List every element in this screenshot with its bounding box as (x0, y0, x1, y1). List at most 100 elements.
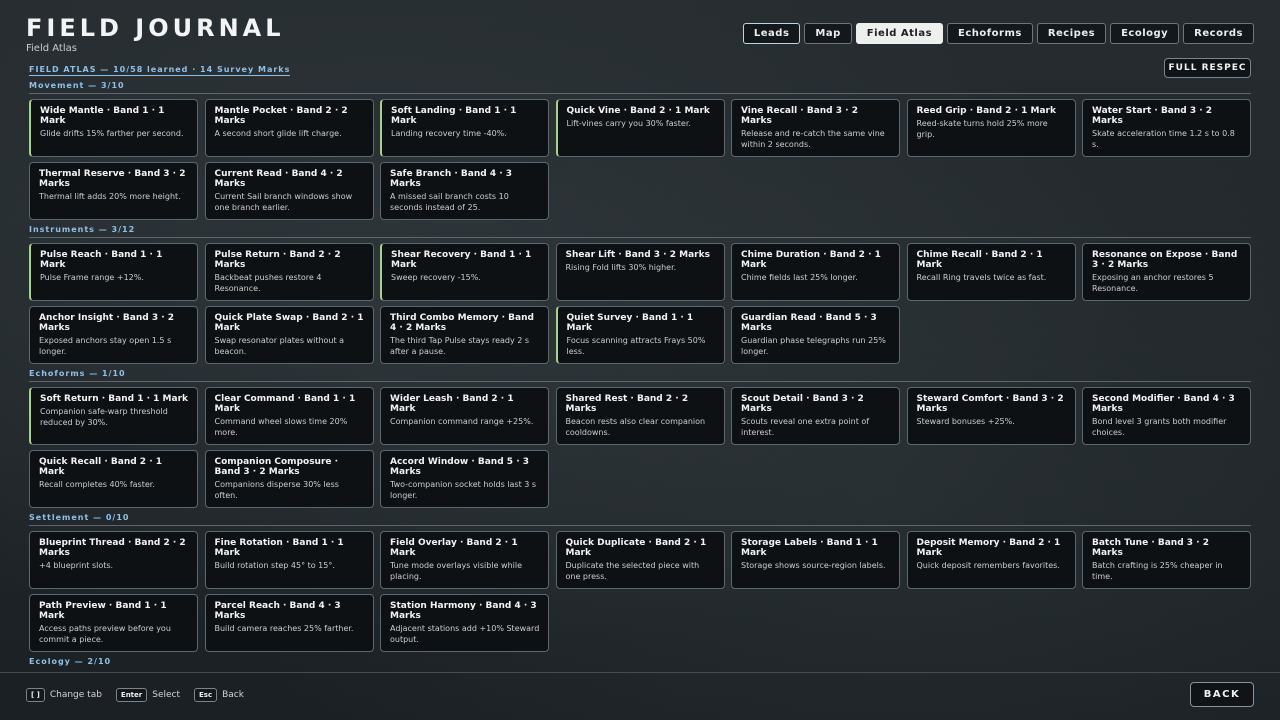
upgrade-card[interactable]: Quick Plate Swap · Band 2 · 1 Mark Swap r… (204, 306, 374, 364)
upgrade-card[interactable]: Third Combo Memory · Band 4 · 2 Marks The… (380, 306, 549, 364)
upgrade-card[interactable]: Station Harmony · Band 4 · 3 Marks Adjace… (380, 594, 549, 652)
full-respec-button[interactable]: FULL RESPEC (1164, 58, 1251, 78)
upgrade-card[interactable]: Second Modifier · Band 4 · 3 Marks Bond l… (1082, 387, 1251, 445)
section-heading: Settlement — 0/10 (29, 513, 1251, 526)
upgrade-card[interactable]: Water Start · Band 3 · 2 Marks Skate acce… (1082, 99, 1251, 157)
back-button[interactable]: BACK (1190, 682, 1254, 707)
upgrade-title: Current Read · Band 4 · 2 Marks (214, 169, 343, 189)
upgrade-card[interactable]: Shear Lift · Band 3 · 2 Marks Rising Fold… (555, 243, 725, 301)
upgrade-card[interactable]: Parcel Reach · Band 4 · 3 Marks Build cam… (204, 594, 374, 652)
upgrade-card[interactable]: Pulse Return · Band 2 · 2 Marks Backbeat … (204, 243, 374, 301)
tab-leads[interactable]: Leads (742, 23, 801, 44)
atlas-section: Movement — 3/10 Wide Mantle · Band 1 · 1 … (29, 81, 1251, 220)
upgrade-card-learned[interactable]: Soft Landing · Band 1 · 1 Mark Landing re… (380, 99, 549, 157)
upgrade-card-learned[interactable]: Wide Mantle · Band 1 · 1 Mark Glide drift… (29, 99, 198, 157)
upgrade-card[interactable]: Chime Recall · Band 2 · 1 Mark Recall Rin… (906, 243, 1076, 301)
section-heading: Echoforms — 1/10 (29, 369, 1251, 382)
hint-label: Select (152, 690, 180, 700)
tab-recipes[interactable]: Recipes (1036, 23, 1107, 44)
tab-echoforms[interactable]: Echoforms (947, 23, 1033, 44)
upgrade-card[interactable]: Batch Tune · Band 3 · 2 Marks Batch craft… (1082, 531, 1251, 589)
upgrade-card[interactable]: Thermal Reserve · Band 3 · 2 Marks Therma… (29, 162, 198, 220)
upgrade-title: Companion Composure · Band 3 · 2 Marks (214, 457, 339, 477)
upgrade-title: Soft Landing · Band 1 · 1 Mark (391, 106, 517, 126)
upgrade-title: Deposit Memory · Band 2 · 1 Mark (916, 538, 1061, 558)
tab-records[interactable]: Records (1183, 23, 1254, 44)
upgrade-title: Water Start · Band 3 · 2 Marks (1092, 106, 1213, 126)
upgrade-title: Mantle Pocket · Band 2 · 2 Marks (214, 106, 348, 126)
upgrade-title: Chime Duration · Band 2 · 1 Mark (741, 250, 881, 270)
upgrade-card[interactable]: Quick Duplicate · Band 2 · 1 Mark Duplica… (555, 531, 725, 589)
tab-map[interactable]: Map (804, 23, 852, 44)
upgrade-card-learned[interactable]: Shear Recovery · Band 1 · 1 Mark Sweep re… (380, 243, 549, 301)
upgrade-card[interactable]: Anchor Insight · Band 3 · 2 Marks Exposed… (29, 306, 198, 364)
upgrade-card[interactable]: Vine Recall · Band 3 · 2 Marks Release an… (731, 99, 900, 157)
upgrade-card-learned[interactable]: Quiet Survey · Band 1 · 1 Mark Focus scan… (555, 306, 725, 364)
upgrade-description: Companions disperse 30% less often. (214, 480, 339, 500)
section-heading: Ecology — 2/10 (29, 657, 1251, 668)
upgrade-card[interactable]: Fine Rotation · Band 1 · 1 Mark Build rot… (204, 531, 374, 589)
key-cap: Enter (115, 688, 148, 702)
upgrade-card-learned[interactable]: Soft Return · Band 1 · 1 Mark Companion s… (29, 387, 198, 445)
upgrade-card[interactable]: Quick Recall · Band 2 · 1 Mark Recall com… (29, 450, 198, 508)
upgrade-description: Current Sail branch windows show one bra… (214, 192, 353, 212)
upgrade-title: Reed Grip · Band 2 · 1 Mark (916, 106, 1056, 116)
upgrade-title: Clear Command · Band 1 · 1 Mark (214, 394, 356, 414)
atlas-content[interactable]: Movement — 3/10 Wide Mantle · Band 1 · 1 … (29, 81, 1251, 668)
upgrade-title: Shear Lift · Band 3 · 2 Marks (565, 250, 710, 260)
upgrade-card[interactable]: Deposit Memory · Band 2 · 1 Mark Quick de… (906, 531, 1076, 589)
footer-hints: [ ] Change tab Enter Select Esc Back (26, 688, 244, 702)
tab-ecology[interactable]: Ecology (1110, 23, 1180, 44)
upgrade-card[interactable]: Path Preview · Band 1 · 1 Mark Access pat… (29, 594, 198, 652)
upgrade-description: Release and re-catch the same vine withi… (741, 129, 885, 149)
upgrade-description: A missed sail branch costs 10 seconds in… (390, 192, 509, 212)
header: FIELD JOURNAL Field Atlas (26, 14, 285, 54)
upgrade-card[interactable]: Blueprint Thread · Band 2 · 2 Marks +4 bl… (29, 531, 198, 589)
upgrade-card-learned[interactable]: Pulse Reach · Band 1 · 1 Mark Pulse Frame… (29, 243, 198, 301)
upgrade-description: Steward bonuses +25%. (916, 417, 1015, 426)
upgrade-card[interactable]: Clear Command · Band 1 · 1 Mark Command w… (204, 387, 374, 445)
upgrade-title: Path Preview · Band 1 · 1 Mark (39, 601, 167, 621)
upgrade-card[interactable]: Shared Rest · Band 2 · 2 Marks Beacon res… (555, 387, 725, 445)
upgrade-card[interactable]: Guardian Read · Band 5 · 3 Marks Guardian… (731, 306, 900, 364)
upgrade-description: The third Tap Pulse stays ready 2 s afte… (390, 336, 530, 356)
upgrade-description: Sweep recovery -15%. (391, 273, 481, 282)
upgrade-description: Exposed anchors stay open 1.5 s longer. (39, 336, 172, 356)
upgrade-card[interactable]: Mantle Pocket · Band 2 · 2 Marks A second… (204, 99, 374, 157)
upgrade-description: Landing recovery time -40%. (391, 129, 507, 138)
upgrade-card[interactable]: Resonance on Expose · Band 3 · 2 Marks Ex… (1082, 243, 1251, 301)
upgrade-description: Build camera reaches 25% farther. (214, 624, 354, 633)
upgrade-title: Station Harmony · Band 4 · 3 Marks (390, 601, 537, 621)
upgrade-description: Batch crafting is 25% cheaper in time. (1092, 561, 1223, 581)
upgrade-card[interactable]: Storage Labels · Band 1 · 1 Mark Storage … (731, 531, 900, 589)
upgrade-card[interactable]: Safe Branch · Band 4 · 3 Marks A missed s… (380, 162, 549, 220)
atlas-section: Ecology — 2/10 (29, 657, 1251, 668)
upgrade-card[interactable]: Companion Composure · Band 3 · 2 Marks Co… (204, 450, 374, 508)
upgrade-card[interactable]: Field Overlay · Band 2 · 1 Mark Tune mode… (380, 531, 549, 589)
upgrade-card[interactable]: Wider Leash · Band 2 · 1 Mark Companion c… (380, 387, 549, 445)
upgrade-card[interactable]: Scout Detail · Band 3 · 2 Marks Scouts re… (731, 387, 900, 445)
upgrade-card[interactable]: Current Read · Band 4 · 2 Marks Current S… (204, 162, 374, 220)
upgrade-description: Reed-skate turns hold 25% more grip. (916, 119, 1048, 139)
upgrade-description: Build rotation step 45° to 15°. (214, 561, 335, 570)
upgrade-title: Parcel Reach · Band 4 · 3 Marks (214, 601, 341, 621)
tab-field-atlas[interactable]: Field Atlas (855, 23, 944, 44)
upgrade-description: Exposing an anchor restores 5 Resonance. (1092, 273, 1214, 293)
upgrade-title: Quick Plate Swap · Band 2 · 1 Mark (214, 313, 364, 333)
upgrade-title: Quick Vine · Band 2 · 1 Mark (566, 106, 710, 116)
upgrade-card[interactable]: Accord Window · Band 5 · 3 Marks Two-comp… (380, 450, 549, 508)
upgrade-description: Storage shows source-region labels. (741, 561, 886, 570)
upgrade-card[interactable]: Chime Duration · Band 2 · 1 Mark Chime fi… (731, 243, 900, 301)
upgrade-title: Wider Leash · Band 2 · 1 Mark (390, 394, 514, 414)
upgrade-title: Second Modifier · Band 4 · 3 Marks (1092, 394, 1235, 414)
upgrade-description: Duplicate the selected piece with one pr… (565, 561, 700, 581)
upgrade-title: Soft Return · Band 1 · 1 Mark (40, 394, 189, 404)
page-subtitle: Field Atlas (26, 43, 77, 54)
upgrade-description: Focus scanning attracts Frays 50% less. (566, 336, 706, 356)
upgrade-card[interactable]: Reed Grip · Band 2 · 1 Mark Reed-skate tu… (906, 99, 1076, 157)
upgrade-description: Recall completes 40% faster. (39, 480, 155, 489)
upgrade-card[interactable]: Steward Comfort · Band 3 · 2 Marks Stewar… (906, 387, 1076, 445)
upgrade-card-learned[interactable]: Quick Vine · Band 2 · 1 Mark Lift-vines c… (555, 99, 725, 157)
upgrade-description: Bond level 3 grants both modifier choice… (1092, 417, 1227, 437)
upgrade-title: Storage Labels · Band 1 · 1 Mark (741, 538, 878, 558)
